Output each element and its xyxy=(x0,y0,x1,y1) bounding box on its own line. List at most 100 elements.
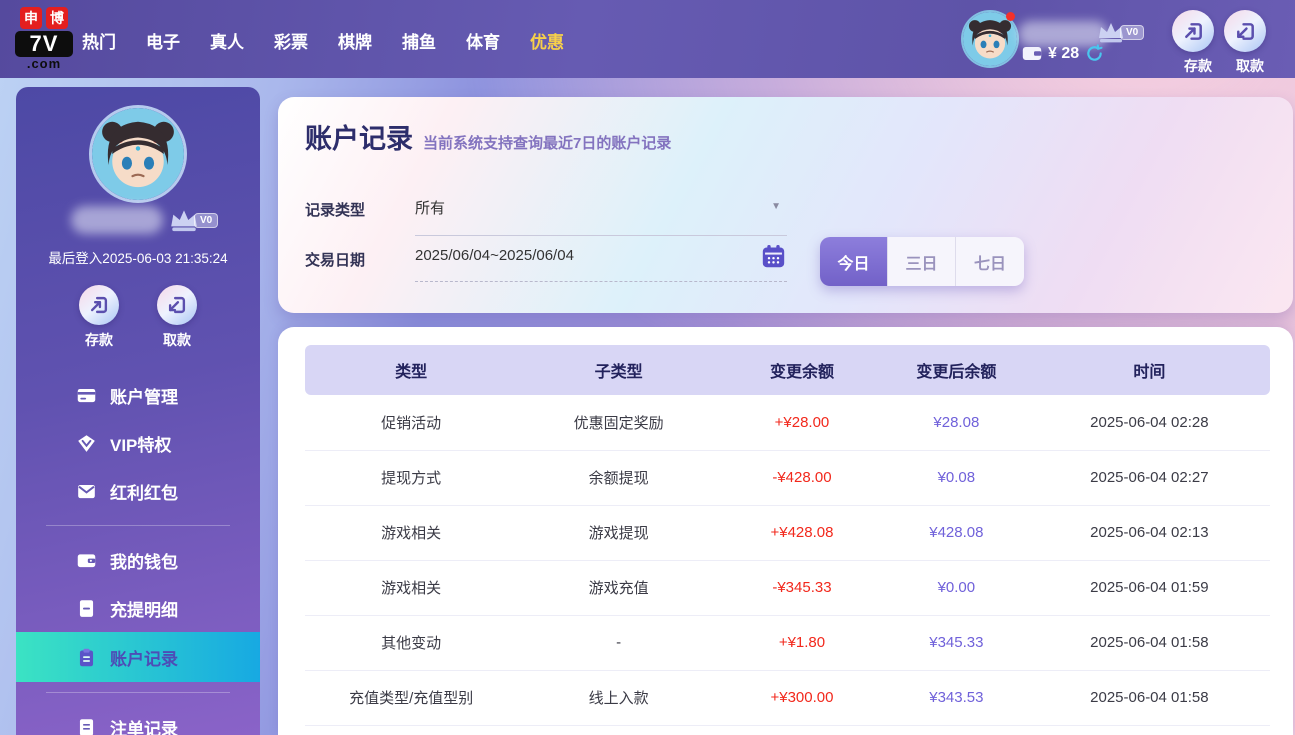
balance-amount: ¥ 28 xyxy=(1048,45,1079,63)
sidebar: V0 最后登入2025-06-03 21:35:24 存款 xyxy=(16,87,260,735)
deposit-arrow-icon xyxy=(1182,20,1205,43)
clipboard-icon xyxy=(76,647,97,668)
cell-type: 游戏相关 xyxy=(305,505,517,560)
last-login-text: 最后登入2025-06-03 21:35:24 xyxy=(16,247,260,267)
record-type-select[interactable]: 所有 ▼ xyxy=(415,197,787,236)
sidebar-item-wallet[interactable]: 我的钱包 xyxy=(16,536,260,584)
sidebar-item-list[interactable]: 注单记录 xyxy=(16,703,260,735)
vip-crown: V0 xyxy=(168,207,218,233)
table-row: 促销活动 优惠固定奖励 +¥28.00 ¥28.08 2025-06-04 02… xyxy=(305,395,1270,450)
cell-time: 2025-06-04 02:28 xyxy=(1029,395,1270,450)
cell-type: 充值类型/充值型别 xyxy=(305,670,517,725)
vip-crown[interactable]: V0 xyxy=(1096,20,1144,44)
sidebar-item-document[interactable]: 充提明细 xyxy=(16,584,260,632)
cell-change-amount: +¥1.80 xyxy=(720,615,884,670)
sidebar-item-card[interactable]: 账户管理 xyxy=(16,371,260,419)
cell-change-amount: -¥345.33 xyxy=(720,560,884,615)
sidebar-item-clipboard[interactable]: 账户记录 xyxy=(16,632,260,682)
col-time: 时间 xyxy=(1029,345,1270,395)
top-navbar: 申 博 7V .com 热门 电子 真人 彩票 棋牌 捕鱼 体育 优惠 V0 xyxy=(0,0,1295,78)
cell-type: 促销活动 xyxy=(305,395,517,450)
table-header-row: 类型 子类型 变更余额 变更后余额 时间 xyxy=(305,345,1270,395)
nav-item-2[interactable]: 电子 xyxy=(146,28,180,53)
record-type-label: 记录类型 xyxy=(305,199,365,220)
calendar-icon[interactable] xyxy=(760,243,787,274)
table-row: 游戏相关 游戏提现 +¥428.08 ¥428.08 2025-06-04 02… xyxy=(305,505,1270,560)
cell-change-amount: +¥28.00 xyxy=(720,395,884,450)
cell-time: 2025-06-04 02:27 xyxy=(1029,450,1270,505)
tab-three-days[interactable]: 三日 xyxy=(888,237,956,286)
deposit-button[interactable]: 存款 xyxy=(1172,10,1224,76)
tab-seven-days[interactable]: 七日 xyxy=(956,237,1024,286)
site-logo[interactable]: 申 博 7V .com xyxy=(15,7,73,70)
col-subtype: 子类型 xyxy=(517,345,720,395)
list-icon xyxy=(76,717,97,735)
nav-item-4[interactable]: 彩票 xyxy=(274,28,308,53)
wallet-icon xyxy=(76,550,97,571)
nav-item-3[interactable]: 真人 xyxy=(210,28,244,53)
cell-change-amount: -¥428.00 xyxy=(720,450,884,505)
cell-subtype: 余额提现 xyxy=(517,450,720,505)
records-table-panel: 类型 子类型 变更余额 变更后余额 时间 促销活动 优惠固定奖励 +¥28.00… xyxy=(278,327,1293,735)
sidebar-withdraw-button[interactable]: 取款 xyxy=(151,285,203,350)
logo-name: 7V xyxy=(15,31,73,57)
chevron-down-icon: ▼ xyxy=(771,201,781,212)
vip-level-badge: V0 xyxy=(194,213,218,228)
card-icon xyxy=(76,385,97,406)
table-row: 提现方式 余额提现 -¥428.00 ¥0.08 2025-06-04 02:2… xyxy=(305,450,1270,505)
withdraw-button[interactable]: 取款 xyxy=(1224,10,1276,76)
tab-today[interactable]: 今日 xyxy=(820,237,888,286)
envelope-icon xyxy=(76,481,97,502)
nav-menu: 热门 电子 真人 彩票 棋牌 捕鱼 体育 优惠 xyxy=(82,28,564,53)
avatar-illustration xyxy=(92,108,184,200)
cell-change-amount: +¥428.08 xyxy=(720,505,884,560)
cell-time: 2025-06-04 01:58 xyxy=(1029,615,1270,670)
records-header-panel: 账户记录 当前系统支持查询最近7日的账户记录 记录类型 所有 ▼ 交易日期 20… xyxy=(278,97,1293,313)
sidebar-item-envelope[interactable]: 红利红包 xyxy=(16,467,260,515)
sidebar-divider xyxy=(46,692,230,693)
deposit-arrow-icon xyxy=(88,294,110,316)
records-table-body: 促销活动 优惠固定奖励 +¥28.00 ¥28.08 2025-06-04 02… xyxy=(305,395,1270,725)
date-range-label: 交易日期 xyxy=(305,249,365,270)
table-row: 充值类型/充值型别 线上入款 +¥300.00 ¥343.53 2025-06-… xyxy=(305,670,1270,725)
cell-subtype: 优惠固定奖励 xyxy=(517,395,720,450)
cell-subtype: - xyxy=(517,615,720,670)
col-type: 类型 xyxy=(305,345,517,395)
nav-item-8[interactable]: 优惠 xyxy=(530,28,564,53)
page-title: 账户记录 xyxy=(305,117,413,156)
logo-badge-bo: 博 xyxy=(46,7,68,29)
table-row: 游戏相关 游戏充值 -¥345.33 ¥0.00 2025-06-04 01:5… xyxy=(305,560,1270,615)
sidebar-menu: 账户管理 VIP特权 红利红包 我的钱包 充提明细 账户记录 注单记录 xyxy=(16,371,260,735)
cell-time: 2025-06-04 01:59 xyxy=(1029,560,1270,615)
cell-balance-after: ¥345.33 xyxy=(884,615,1029,670)
sidebar-avatar[interactable] xyxy=(92,108,184,200)
col-change-amount: 变更余额 xyxy=(720,345,884,395)
date-range-input[interactable]: 2025/06/04~2025/06/04 xyxy=(415,247,787,282)
sidebar-deposit-button[interactable]: 存款 xyxy=(73,285,125,350)
vip-icon xyxy=(76,433,97,454)
sidebar-item-vip[interactable]: VIP特权 xyxy=(16,419,260,467)
nav-item-6[interactable]: 捕鱼 xyxy=(402,28,436,53)
page-subtitle: 当前系统支持查询最近7日的账户记录 xyxy=(423,132,671,153)
username-blurred xyxy=(71,206,163,234)
cell-type: 提现方式 xyxy=(305,450,517,505)
nav-item-1[interactable]: 热门 xyxy=(82,28,116,53)
nav-item-5[interactable]: 棋牌 xyxy=(338,28,372,53)
cell-balance-after: ¥0.00 xyxy=(884,560,1029,615)
cell-balance-after: ¥28.08 xyxy=(884,395,1029,450)
cell-balance-after: ¥0.08 xyxy=(884,450,1029,505)
sidebar-divider xyxy=(46,525,230,526)
vip-level-badge: V0 xyxy=(1120,25,1144,40)
logo-badge-shen: 申 xyxy=(20,7,42,29)
date-range-tabs: 今日 三日 七日 xyxy=(820,237,1024,286)
cell-type: 游戏相关 xyxy=(305,560,517,615)
wallet-balance[interactable]: ¥ 28 xyxy=(1022,44,1104,63)
cell-type: 其他变动 xyxy=(305,615,517,670)
refresh-icon[interactable] xyxy=(1085,44,1104,63)
nav-item-7[interactable]: 体育 xyxy=(466,28,500,53)
cell-change-amount: +¥300.00 xyxy=(720,670,884,725)
logo-suffix: .com xyxy=(15,57,73,70)
cell-time: 2025-06-04 01:58 xyxy=(1029,670,1270,725)
wallet-icon xyxy=(1022,46,1042,61)
cell-subtype: 线上入款 xyxy=(517,670,720,725)
